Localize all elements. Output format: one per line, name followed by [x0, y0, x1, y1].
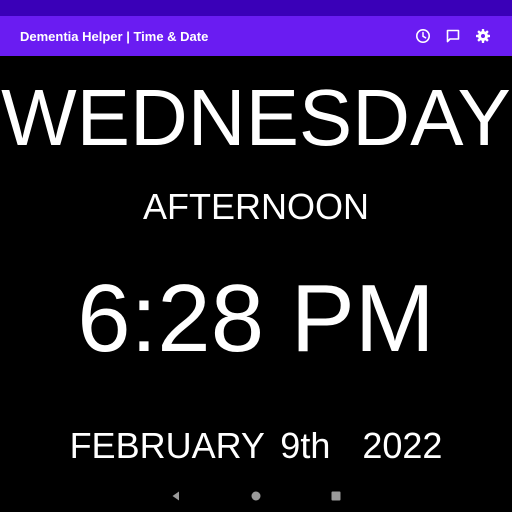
app-bar: Dementia Helper | Time & Date	[0, 16, 512, 56]
settings-button[interactable]	[468, 21, 498, 51]
home-circle-icon	[251, 491, 261, 501]
clock-button[interactable]	[408, 21, 438, 51]
message-button[interactable]	[438, 21, 468, 51]
navigation-bar	[0, 480, 512, 512]
gear-icon	[476, 29, 490, 43]
clock-icon	[416, 29, 430, 43]
back-triangle-icon	[172, 491, 179, 501]
message-icon	[446, 29, 460, 43]
recents-square-icon	[331, 491, 341, 501]
back-button[interactable]	[136, 480, 216, 512]
app-bar-actions	[408, 21, 498, 51]
current-date: FEBRUARY 9th 2022	[69, 425, 443, 466]
app-title: Dementia Helper | Time & Date	[20, 28, 209, 44]
day-of-week: WEDNESDAY	[1, 73, 511, 162]
status-bar	[0, 0, 512, 16]
time-of-day-period: AFTERNOON	[142, 186, 369, 227]
home-button[interactable]	[216, 480, 296, 512]
current-time: 6:28 PM	[77, 265, 435, 372]
recents-button[interactable]	[296, 480, 376, 512]
